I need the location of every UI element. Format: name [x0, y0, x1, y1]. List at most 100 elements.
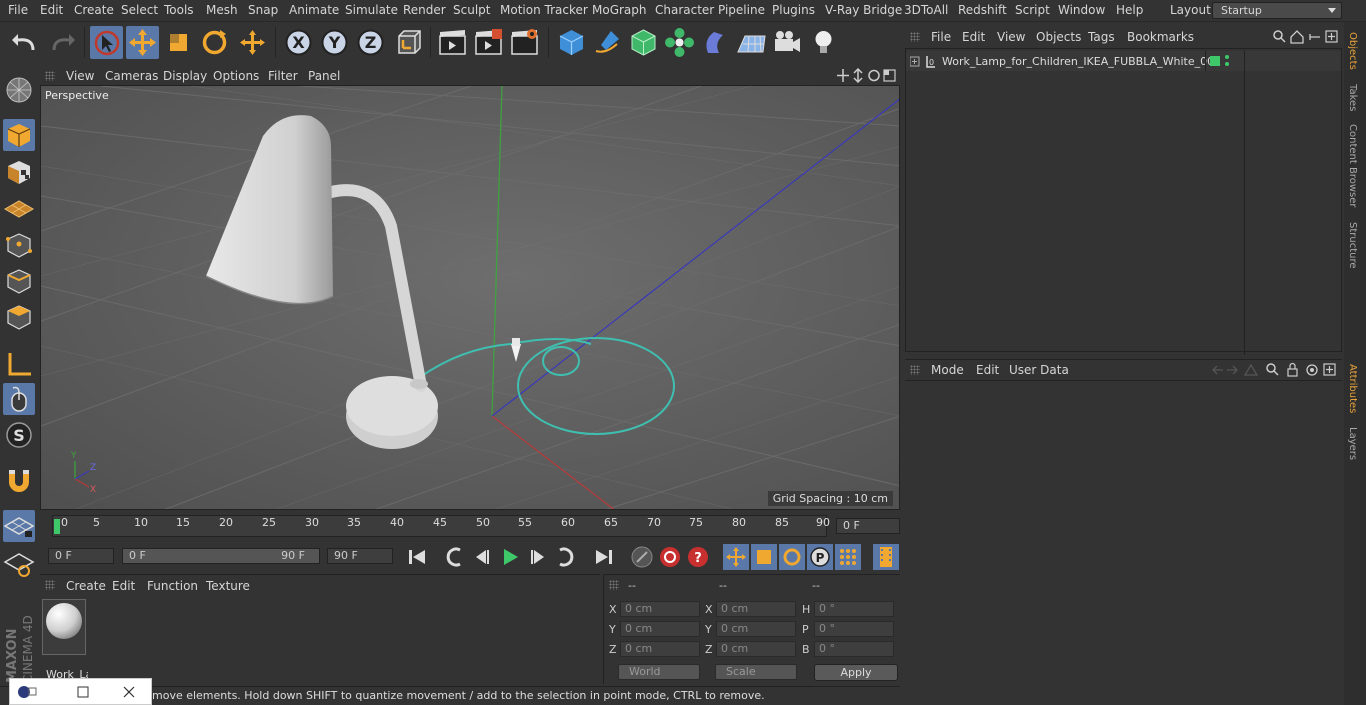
redo-button[interactable] [45, 26, 78, 59]
workplane-mode-button[interactable] [3, 192, 35, 224]
add-cube-button[interactable] [555, 26, 588, 59]
rot-b-field[interactable]: 0 ° [814, 641, 894, 657]
menu-tools[interactable]: Tools [164, 3, 194, 17]
make-editable-button[interactable] [3, 74, 35, 106]
key-position-button[interactable] [723, 544, 749, 570]
panel-grip-icon[interactable] [45, 580, 55, 590]
menu-character[interactable]: Character [655, 3, 714, 17]
last-tool-button[interactable] [236, 26, 269, 59]
y-axis-lock-button[interactable]: Y [318, 26, 351, 59]
menu-simulate[interactable]: Simulate [345, 3, 398, 17]
viewport-menu-display[interactable]: Display [163, 69, 207, 83]
viewport-nav-icons[interactable] [836, 68, 898, 83]
menu-render[interactable]: Render [403, 3, 446, 17]
axis-mode-button[interactable] [3, 348, 35, 380]
render-visibility-dot[interactable] [1225, 62, 1229, 66]
key-point-level-button[interactable] [835, 544, 861, 570]
material-menu-texture[interactable]: Texture [206, 579, 250, 593]
key-scale-button[interactable] [751, 544, 777, 570]
add-subdivision-button[interactable] [627, 26, 660, 59]
menu-3dtoall[interactable]: 3DToAll [904, 3, 948, 17]
objects-menu-edit[interactable]: Edit [962, 30, 985, 44]
key-parameter-button[interactable]: P [807, 544, 833, 570]
keyframe-selection-button[interactable]: ? [685, 544, 711, 570]
panel-grip-icon[interactable] [609, 580, 619, 590]
autokeying-button[interactable] [657, 544, 683, 570]
pos-y-field[interactable]: 0 cm [620, 621, 700, 637]
locked-workplane-button[interactable] [3, 548, 35, 580]
tab-takes[interactable]: Takes [1347, 84, 1358, 111]
tab-layers[interactable]: Layers [1347, 427, 1358, 460]
objects-menu-tags[interactable]: Tags [1088, 30, 1115, 44]
apply-button[interactable]: Apply [814, 664, 898, 681]
size-y-field[interactable]: 0 cm [716, 621, 796, 637]
panel-grip-icon[interactable] [45, 71, 55, 81]
pos-x-field[interactable]: 0 cm [620, 601, 700, 617]
object-row[interactable]: 0 Work_Lamp_for_Children_IKEA_FUBBLA_Whi… [906, 51, 1341, 355]
timeline-window-button[interactable] [873, 544, 899, 570]
panel-grip-icon[interactable] [910, 365, 920, 375]
next-key-button[interactable] [553, 544, 579, 570]
frame-range-slider[interactable]: 0 F 90 F [122, 548, 320, 564]
add-pen-spline-button[interactable] [591, 26, 624, 59]
play-button[interactable] [497, 544, 523, 570]
viewport-camera-label[interactable]: Perspective [45, 89, 109, 102]
layer-color-swatch[interactable] [1210, 56, 1220, 66]
x-axis-lock-button[interactable]: X [282, 26, 315, 59]
app-icon[interactable] [16, 684, 38, 700]
add-light-button[interactable] [807, 26, 840, 59]
object-manager-tools[interactable] [1271, 29, 1341, 45]
coordinate-space-dropdown[interactable]: World [618, 664, 700, 680]
texture-mode-button[interactable] [3, 156, 35, 188]
panel-grip-icon[interactable] [910, 32, 920, 42]
menu-window[interactable]: Window [1058, 3, 1105, 17]
material-swatch[interactable]: Work_La [42, 599, 88, 681]
size-z-field[interactable]: 0 cm [716, 641, 796, 657]
start-frame-field[interactable]: 0 F [48, 548, 114, 564]
tweak-mode-button[interactable] [3, 383, 35, 415]
scale-tool-button[interactable] [162, 26, 195, 59]
tab-structure[interactable]: Structure [1347, 222, 1358, 269]
add-floor-button[interactable] [735, 26, 768, 59]
go-to-end-button[interactable] [591, 544, 617, 570]
attributes-menu-mode[interactable]: Mode [931, 363, 964, 377]
menu-plugins[interactable]: Plugins [772, 3, 815, 17]
workplane-lock-button[interactable] [3, 510, 35, 542]
maximize-icon[interactable] [76, 685, 90, 699]
viewport-menu-cameras[interactable]: Cameras [105, 69, 158, 83]
menu-select[interactable]: Select [121, 3, 158, 17]
snapping-button[interactable]: S [3, 419, 35, 451]
end-frame-field[interactable]: 90 F [327, 548, 393, 564]
next-frame-button[interactable] [525, 544, 551, 570]
tab-content-browser[interactable]: Content Browser [1347, 124, 1358, 207]
previous-frame-button[interactable] [469, 544, 495, 570]
menu-edit[interactable]: Edit [40, 3, 63, 17]
edges-mode-button[interactable] [3, 265, 35, 297]
move-tool-button[interactable] [126, 26, 159, 59]
menu-mograph[interactable]: MoGraph [592, 3, 647, 17]
size-mode-dropdown[interactable]: Scale [715, 664, 797, 680]
menu-motion-tracker[interactable]: Motion Tracker [500, 3, 588, 17]
objects-menu-objects[interactable]: Objects [1036, 30, 1081, 44]
tab-objects[interactable]: Objects [1347, 32, 1358, 70]
render-settings-button[interactable] [508, 26, 541, 59]
live-selection-button[interactable] [90, 26, 123, 59]
rot-p-field[interactable]: 0 ° [814, 621, 894, 637]
material-menu-create[interactable]: Create [66, 579, 106, 593]
render-to-picture-viewer-button[interactable] [472, 26, 505, 59]
model-mode-button[interactable] [3, 119, 35, 151]
z-axis-lock-button[interactable]: Z [354, 26, 387, 59]
add-camera-button[interactable] [771, 26, 804, 59]
objects-menu-view[interactable]: View [997, 30, 1025, 44]
objects-menu-bookmarks[interactable]: Bookmarks [1127, 30, 1194, 44]
3d-viewport[interactable]: Y Z X Perspective Grid Spacing : 10 cm [40, 85, 900, 510]
menu-snap[interactable]: Snap [248, 3, 278, 17]
rotate-tool-button[interactable] [198, 26, 231, 59]
menu-redshift[interactable]: Redshift [958, 3, 1007, 17]
objects-menu-file[interactable]: File [931, 30, 951, 44]
menu-pipeline[interactable]: Pipeline [718, 3, 765, 17]
polygons-mode-button[interactable] [3, 301, 35, 333]
render-view-button[interactable] [436, 26, 469, 59]
add-deformer-button[interactable] [699, 26, 732, 59]
go-to-start-button[interactable] [404, 544, 430, 570]
